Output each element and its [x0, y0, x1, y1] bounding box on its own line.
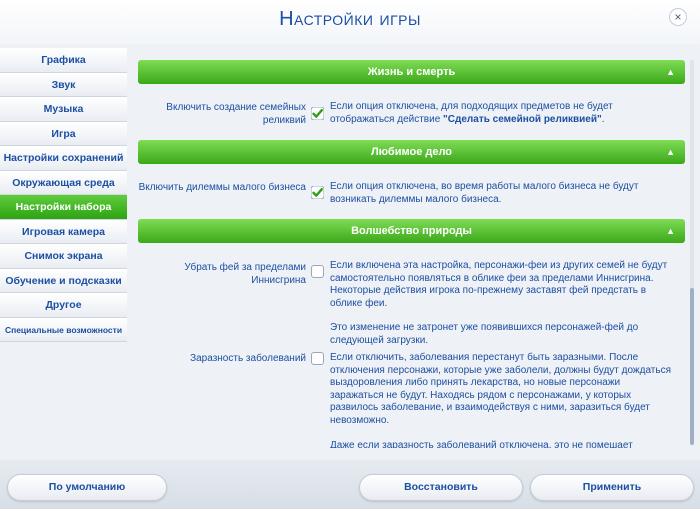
sidebar-item-accessibility[interactable]: Специальные возможности [0, 317, 127, 342]
scrollbar-thumb[interactable] [690, 288, 694, 445]
sidebar-item-music[interactable]: Музыка [0, 97, 127, 122]
checkbox-heirlooms[interactable] [311, 107, 324, 120]
sidebar-item-pack-settings[interactable]: Настройки набора [0, 195, 127, 220]
section-header-life-death[interactable]: Жизнь и смерть ▲ [138, 60, 685, 84]
option-label-heirlooms: Включить создание семейных реликвий [166, 102, 306, 126]
dialog-footer: По умолчанию Восстановить Применить [0, 460, 700, 509]
sidebar-item-sound[interactable]: Звук [0, 72, 127, 97]
checkbox-fairies[interactable] [311, 265, 324, 278]
content-scrollbar[interactable] [690, 60, 694, 445]
option-label-fairies: Убрать фей за пределами Иннисгрина [184, 262, 306, 286]
checkbox-business-dilemmas[interactable] [311, 186, 324, 199]
dialog-title: Настройки игры [279, 8, 421, 30]
collapse-arrow-icon[interactable]: ▲ [666, 219, 675, 243]
collapse-arrow-icon[interactable]: ▲ [666, 60, 675, 84]
checkmark-icon [311, 107, 324, 120]
sidebar-item-other[interactable]: Другое [0, 293, 127, 318]
dialog-header: Настройки игры × [0, 0, 700, 44]
sidebar-item-game[interactable]: Игра [0, 121, 127, 146]
section-title: Волшебство природы [351, 225, 472, 237]
option-desc-fairies: Если включена эта настройка, персонажи-ф… [330, 260, 668, 346]
option-label-business-dilemmas: Включить дилеммы малого бизнеса [138, 182, 306, 193]
collapse-arrow-icon[interactable]: ▲ [666, 140, 675, 164]
close-icon[interactable]: × [669, 8, 687, 26]
checkbox-contagion[interactable] [311, 352, 324, 365]
sidebar-item-save-settings[interactable]: Настройки сохранений [0, 146, 127, 171]
section-header-passion[interactable]: Любимое дело ▲ [138, 140, 685, 164]
sidebar-item-environment[interactable]: Окружающая среда [0, 170, 127, 195]
default-button[interactable]: По умолчанию [7, 474, 167, 501]
settings-sidebar: Графика Звук Музыка Игра Настройки сохра… [0, 48, 127, 342]
apply-button[interactable]: Применить [530, 474, 694, 501]
settings-content: Жизнь и смерть ▲ Включить создание семей… [138, 46, 686, 448]
restore-button[interactable]: Восстановить [359, 474, 523, 501]
sidebar-item-camera[interactable]: Игровая камера [0, 219, 127, 244]
option-label-contagion: Заразность заболеваний [190, 353, 306, 364]
sidebar-item-graphics[interactable]: Графика [0, 48, 127, 73]
option-desc-business-dilemmas: Если опция отключена, во время работы ма… [330, 181, 639, 205]
sidebar-item-tutorial[interactable]: Обучение и подсказки [0, 268, 127, 293]
sidebar-item-screenshot[interactable]: Снимок экрана [0, 244, 127, 269]
section-title: Любимое дело [370, 146, 453, 158]
option-desc-contagion: Если отключить, заболевания перестанут б… [330, 352, 671, 448]
section-title: Жизнь и смерть [367, 66, 456, 78]
section-header-nature-magic[interactable]: Волшебство природы ▲ [138, 219, 685, 243]
option-desc-heirlooms: Если опция отключена, для подходящих пре… [330, 101, 613, 125]
checkmark-icon [311, 186, 324, 199]
